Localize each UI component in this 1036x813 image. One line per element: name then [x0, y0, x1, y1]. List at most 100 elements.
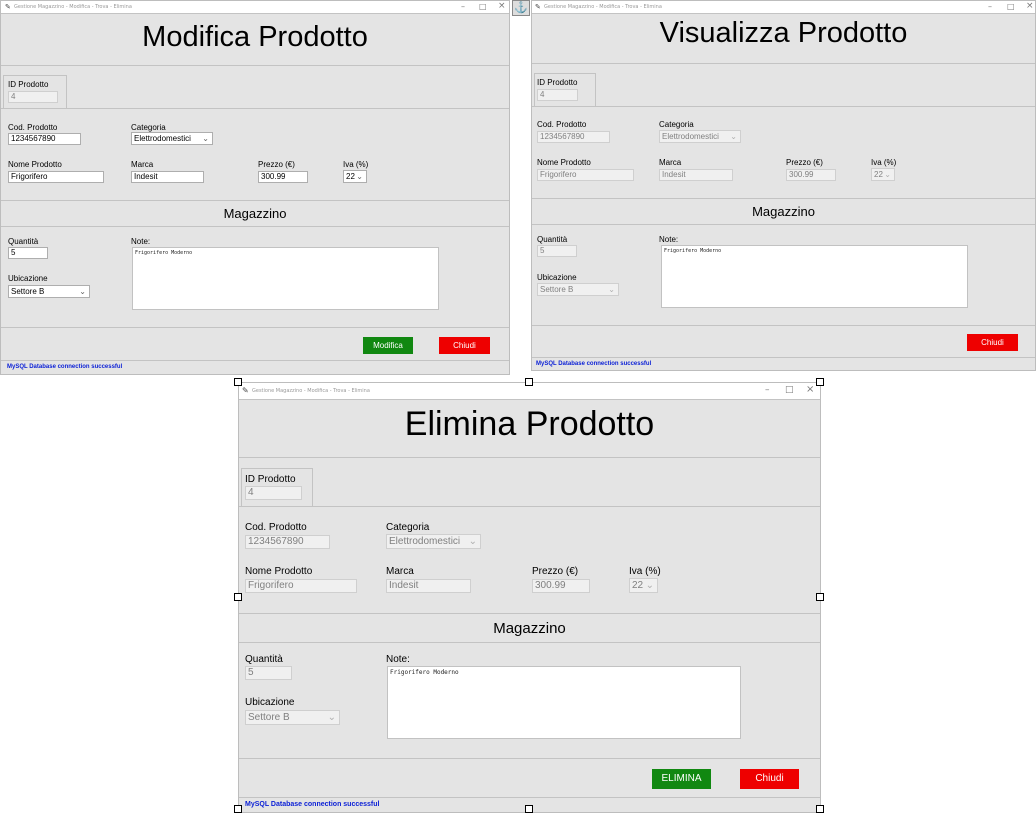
close-window-button[interactable]: × [498, 1, 506, 11]
nome-prodotto-field: Frigorifero [245, 579, 357, 593]
resize-handle-top-left[interactable] [234, 378, 242, 386]
page-title: Modifica Prodotto [142, 21, 368, 53]
chevron-down-icon: ⌄ [884, 170, 891, 179]
chevron-down-icon: ⌄ [327, 712, 336, 723]
maximize-button[interactable]: □ [1007, 2, 1015, 11]
elimina-window: ✎ Gestione Magazzino - Modifica - Trova … [238, 382, 821, 813]
anchor-icon[interactable]: ⚓ [512, 0, 530, 16]
iva-value: 22 [874, 170, 883, 179]
close-window-button[interactable]: × [1026, 1, 1034, 11]
prezzo-field[interactable]: 300.99 [258, 171, 308, 183]
maximize-button[interactable]: □ [479, 2, 487, 11]
page-title: Visualizza Prodotto [659, 17, 908, 49]
chiudi-button[interactable]: Chiudi [740, 769, 799, 789]
modifica-button[interactable]: Modifica [363, 337, 413, 354]
chevron-down-icon: ⌄ [730, 132, 737, 141]
iva-value: 22 [346, 172, 355, 181]
iva-label: Iva (%) [629, 566, 661, 577]
marca-label: Marca [659, 158, 682, 167]
status-bar-text: MySQL Database connection successful [7, 364, 123, 370]
ubicazione-label: Ubicazione [8, 274, 48, 283]
note-label: Note: [131, 237, 151, 246]
chiudi-button[interactable]: Chiudi [439, 337, 490, 354]
minimize-button[interactable]: – [461, 2, 465, 11]
status-bar-text: MySQL Database connection successful [536, 361, 652, 367]
window-title: Gestione Magazzino - Modifica - Trova - … [252, 388, 370, 394]
resize-handle-right[interactable] [816, 593, 824, 601]
title-bar[interactable]: ✎ Gestione Magazzino - Modifica - Trova … [532, 1, 1035, 13]
marca-label: Marca [131, 160, 154, 169]
iva-value: 22 [632, 580, 644, 591]
cod-prodotto-label: Cod. Prodotto [8, 123, 58, 132]
id-prodotto-field: 4 [537, 89, 578, 101]
prezzo-label: Prezzo (€) [532, 566, 579, 577]
categoria-value: Elettrodomestici [134, 134, 191, 143]
categoria-select: Elettrodomestici ⌄ [386, 534, 481, 549]
iva-select[interactable]: 22 ⌄ [343, 170, 367, 183]
resize-handle-bottom-right[interactable] [816, 805, 824, 813]
quantita-label: Quantità [8, 237, 39, 246]
section-magazzino-title: Magazzino [752, 204, 815, 219]
ubicazione-select: Settore B ⌄ [537, 283, 619, 296]
marca-label: Marca [386, 566, 414, 577]
note-label: Note: [659, 235, 679, 244]
close-window-button[interactable]: × [806, 384, 814, 395]
prezzo-label: Prezzo (€) [258, 160, 295, 169]
quantita-label: Quantità [537, 235, 568, 244]
chevron-down-icon: ⌄ [645, 580, 654, 591]
maximize-button[interactable]: □ [785, 385, 794, 395]
categoria-select: Elettrodomestici ⌄ [659, 130, 741, 143]
note-textarea[interactable]: Frigorifero Moderno [132, 247, 439, 310]
minimize-button[interactable]: – [765, 385, 770, 395]
cod-prodotto-field[interactable]: 1234567890 [8, 133, 81, 145]
section-magazzino-title: Magazzino [223, 206, 287, 221]
note-label: Note: [386, 654, 410, 665]
categoria-select[interactable]: Elettrodomestici ⌄ [131, 132, 213, 145]
chevron-down-icon: ⌄ [468, 536, 477, 547]
page-title: Elimina Prodotto [404, 405, 655, 443]
resize-handle-top[interactable] [525, 378, 533, 386]
chevron-down-icon: ⌄ [608, 285, 615, 294]
prezzo-field: 300.99 [532, 579, 590, 593]
resize-handle-top-right[interactable] [816, 378, 824, 386]
ubicazione-select[interactable]: Settore B ⌄ [8, 285, 90, 298]
nome-prodotto-label: Nome Prodotto [245, 566, 313, 577]
nome-prodotto-field: Frigorifero [537, 169, 634, 181]
marca-field: Indesit [659, 169, 733, 181]
cod-prodotto-label: Cod. Prodotto [537, 120, 587, 129]
feather-icon: ✎ [242, 386, 249, 395]
feather-icon: ✎ [535, 3, 541, 11]
marca-field[interactable]: Indesit [131, 171, 204, 183]
minimize-button[interactable]: – [988, 2, 992, 11]
iva-label: Iva (%) [871, 158, 897, 167]
ubicazione-label: Ubicazione [537, 273, 577, 282]
id-prodotto-label: ID Prodotto [245, 474, 296, 485]
iva-select: 22 ⌄ [871, 168, 895, 181]
prezzo-field: 300.99 [786, 169, 836, 181]
ubicazione-value: Settore B [540, 285, 574, 294]
chevron-down-icon: ⌄ [202, 134, 209, 143]
nome-prodotto-field[interactable]: Frigorifero [8, 171, 104, 183]
resize-handle-left[interactable] [234, 593, 242, 601]
categoria-value: Elettrodomestici [389, 536, 461, 547]
elimina-button[interactable]: ELIMINA [652, 769, 711, 789]
ubicazione-value: Settore B [248, 712, 290, 723]
resize-handle-bottom[interactable] [525, 805, 533, 813]
visualizza-window: ✎ Gestione Magazzino - Modifica - Trova … [531, 0, 1036, 371]
title-bar[interactable]: ✎ Gestione Magazzino - Modifica - Trova … [1, 1, 509, 13]
feather-icon: ✎ [5, 3, 11, 11]
id-prodotto-field: 4 [8, 91, 58, 103]
resize-handle-bottom-left[interactable] [234, 805, 242, 813]
modifica-window: ✎ Gestione Magazzino - Modifica - Trova … [0, 0, 510, 375]
window-title: Gestione Magazzino - Modifica - Trova - … [14, 4, 132, 10]
id-prodotto-field: 4 [245, 486, 302, 500]
cod-prodotto-label: Cod. Prodotto [245, 522, 307, 533]
chiudi-button[interactable]: Chiudi [967, 334, 1018, 351]
quantita-field: 5 [245, 666, 292, 680]
chevron-down-icon: ⌄ [356, 172, 363, 181]
window-title: Gestione Magazzino - Modifica - Trova - … [544, 4, 662, 10]
quantita-field[interactable]: 5 [8, 247, 48, 259]
ubicazione-select: Settore B ⌄ [245, 710, 340, 725]
cod-prodotto-field: 1234567890 [537, 131, 610, 143]
id-prodotto-label: ID Prodotto [8, 80, 49, 89]
